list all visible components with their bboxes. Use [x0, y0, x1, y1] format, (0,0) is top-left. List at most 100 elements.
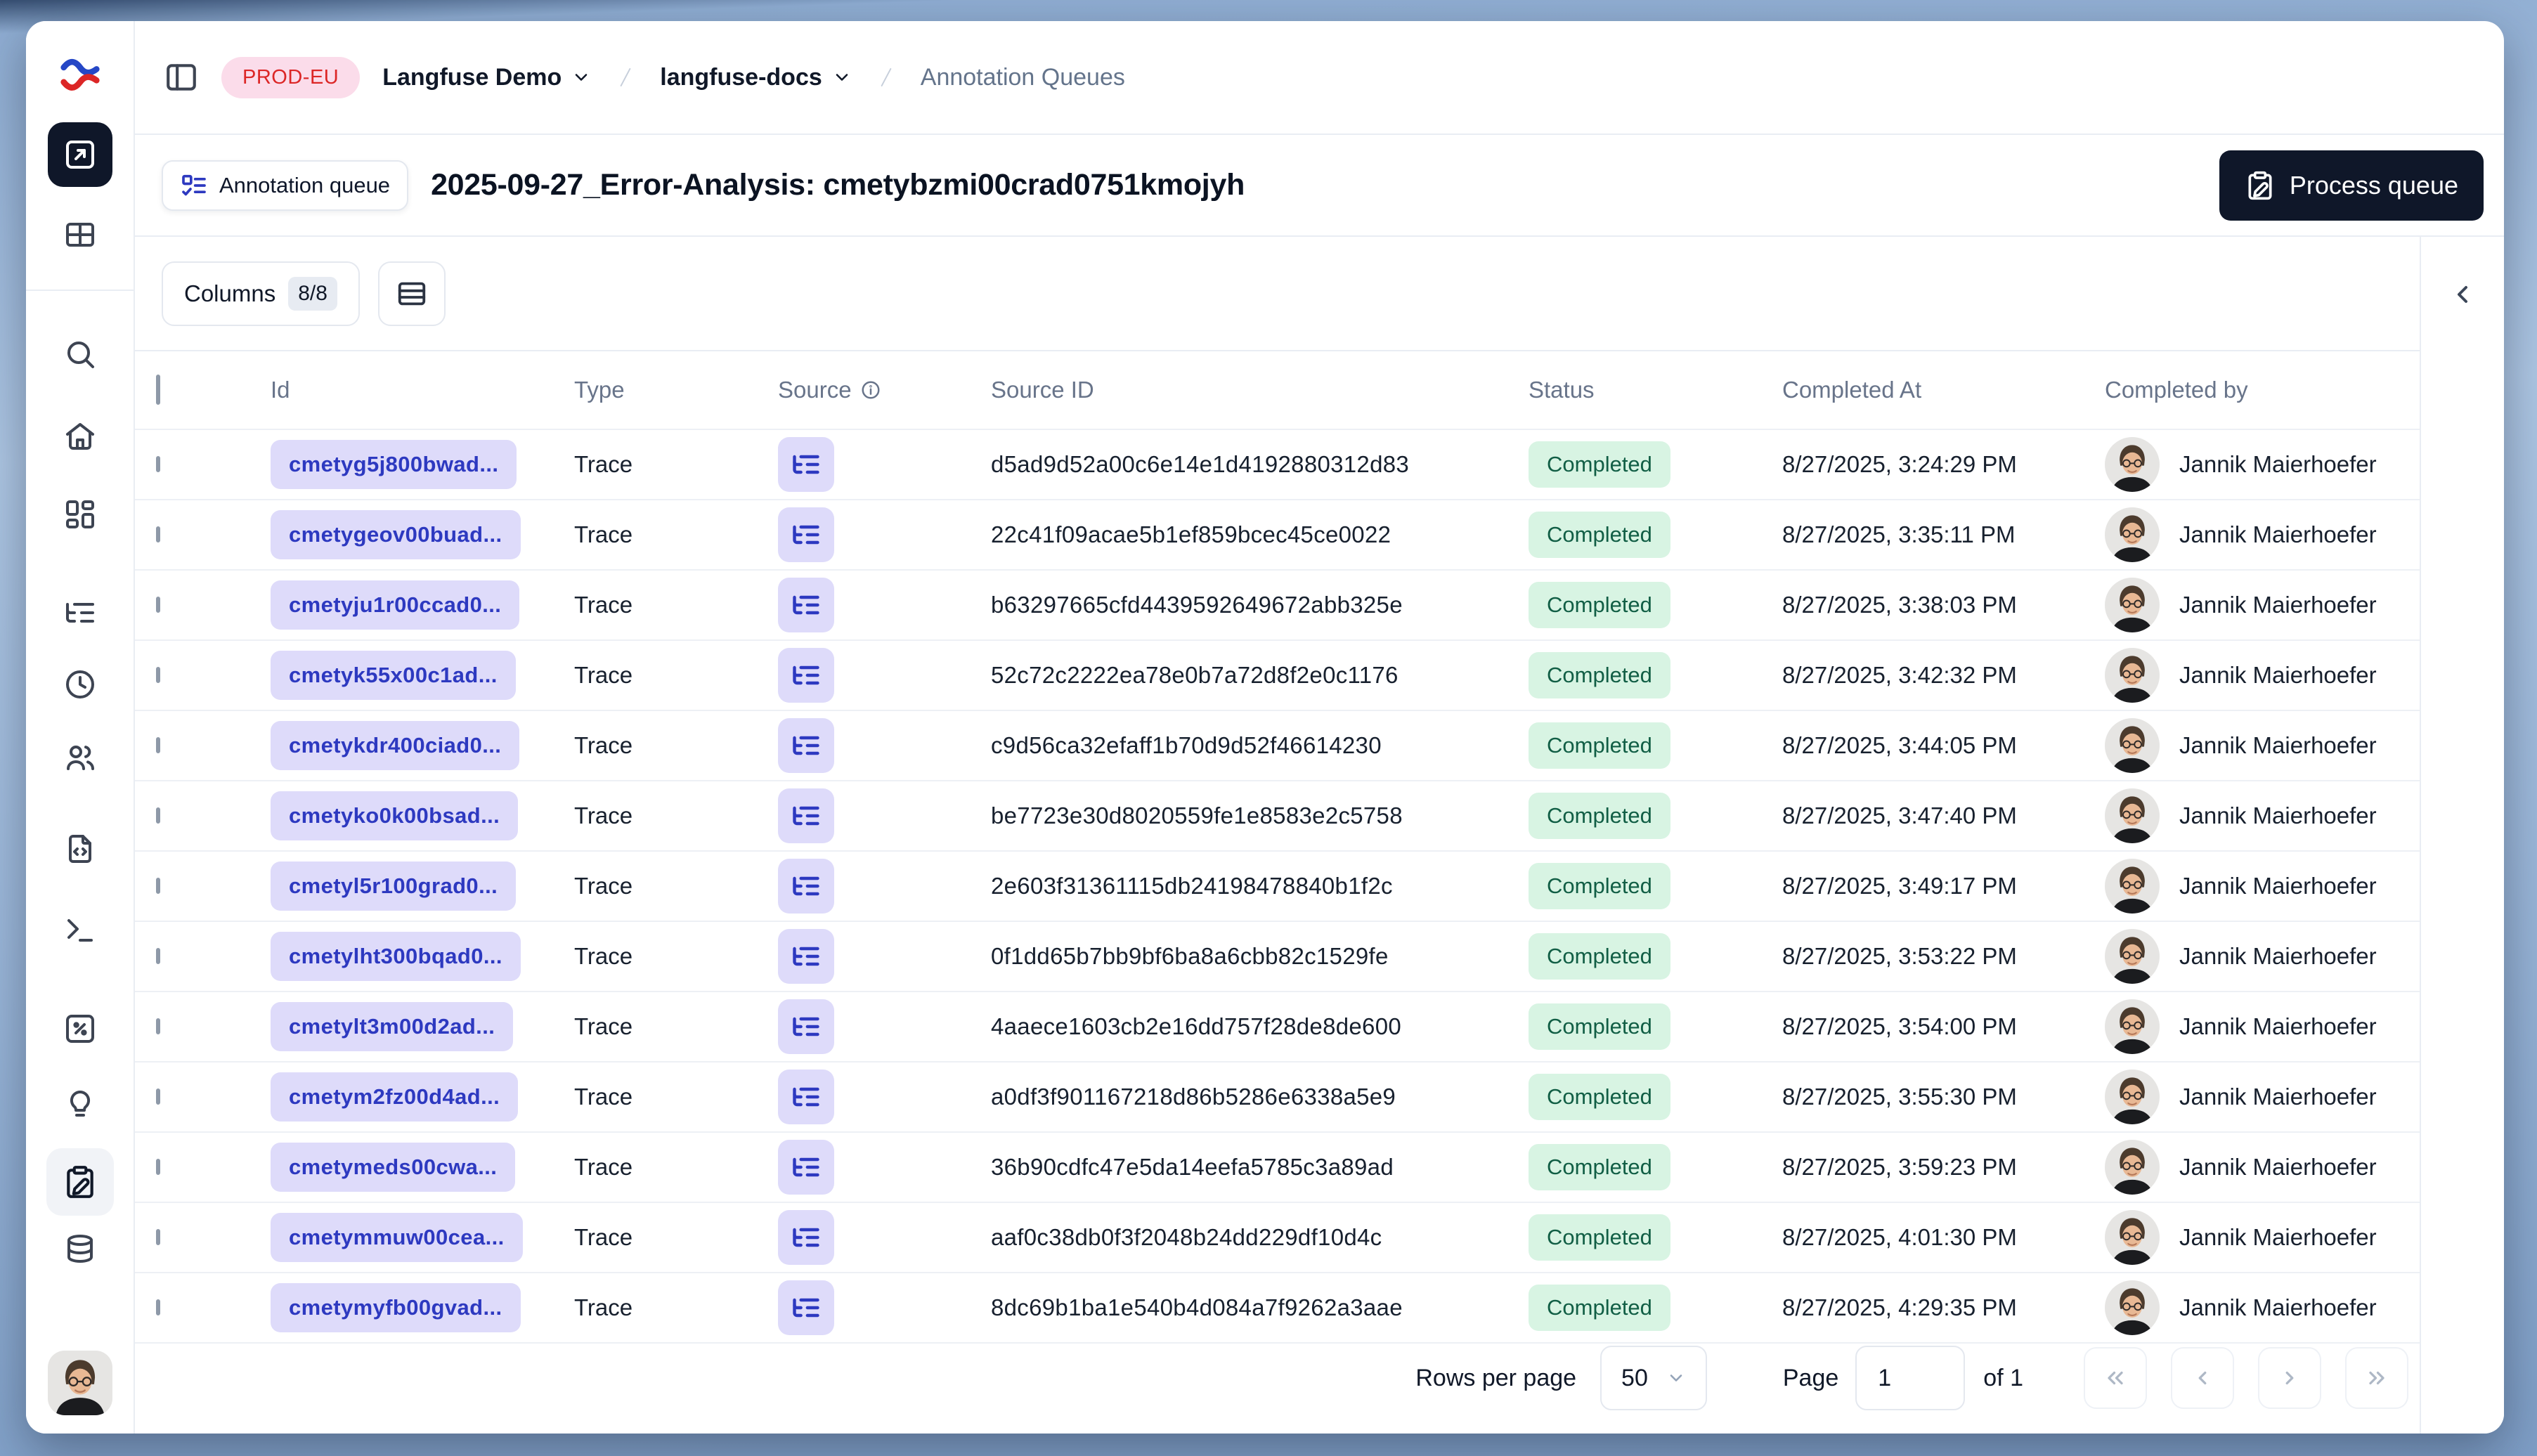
row-completed-at: 8/27/2025, 3:54:00 PM: [1782, 1013, 2017, 1039]
org-switcher[interactable]: Langfuse Demo: [382, 64, 591, 91]
rows-per-page-select[interactable]: 50: [1600, 1346, 1707, 1410]
row-id-link[interactable]: cmetyl5r100grad0...: [271, 862, 517, 911]
avatar-photo: [47, 1351, 112, 1415]
row-source-link[interactable]: [778, 437, 834, 492]
annotation-queue-chip: Annotation queue: [162, 160, 409, 211]
row-type: Trace: [574, 1084, 633, 1110]
row-source-link[interactable]: [778, 999, 834, 1054]
row-checkbox[interactable]: [156, 1088, 160, 1105]
page-number-input[interactable]: [1855, 1346, 1966, 1410]
row-checkbox[interactable]: [156, 456, 160, 472]
row-source-link[interactable]: [778, 929, 834, 984]
chevrons-left-icon: [2108, 1371, 2123, 1385]
last-page-button[interactable]: [2345, 1347, 2408, 1409]
row-source-link[interactable]: [778, 507, 834, 562]
row-checkbox[interactable]: [156, 1018, 160, 1034]
row-checkbox[interactable]: [156, 1299, 160, 1315]
row-id-link[interactable]: cmetymmuw00cea...: [271, 1213, 523, 1262]
row-id-link[interactable]: cmetym2fz00d4ad...: [271, 1072, 519, 1122]
row-completed-by-name: Jannik Maierhoefer: [2179, 521, 2377, 547]
row-checkbox[interactable]: [156, 737, 160, 753]
avatar: [2105, 1210, 2160, 1265]
langfuse-logo-icon[interactable]: [58, 56, 103, 94]
sidebar-item-annotation-queues[interactable]: [46, 1148, 114, 1216]
sidebar-item-datasets[interactable]: [63, 1233, 97, 1266]
row-checkbox[interactable]: [156, 597, 160, 613]
sidebar-item-home[interactable]: [63, 419, 97, 453]
column-header-source-id: Source ID: [991, 377, 1094, 403]
row-checkbox[interactable]: [156, 526, 160, 542]
row-checkbox[interactable]: [156, 667, 160, 683]
rows-per-page-value: 50: [1621, 1364, 1648, 1391]
next-page-button[interactable]: [2258, 1347, 2321, 1409]
row-id-link[interactable]: cmetygeov00buad...: [271, 510, 521, 559]
row-status-badge: Completed: [1529, 933, 1670, 980]
environment-badge[interactable]: PROD-EU: [221, 56, 361, 98]
row-status-badge: Completed: [1529, 1074, 1670, 1120]
chevron-down-icon: [1670, 1374, 1682, 1382]
columns-button[interactable]: Columns 8/8: [162, 261, 360, 326]
first-page-button[interactable]: [2084, 1347, 2147, 1409]
row-checkbox[interactable]: [156, 1159, 160, 1175]
row-id-link[interactable]: cmetyju1r00ccad0...: [271, 580, 520, 630]
right-panel-rail: [2420, 237, 2504, 1434]
open-external-button[interactable]: [47, 122, 112, 187]
row-checkbox[interactable]: [156, 878, 160, 894]
collapse-panel-button[interactable]: [2448, 280, 2477, 311]
row-id-link[interactable]: cmetylht300bqad0...: [271, 932, 521, 981]
list-tree-icon: [793, 876, 819, 896]
sidebar-item-prompts[interactable]: [63, 832, 97, 866]
row-id-link[interactable]: cmetymeds00cwa...: [271, 1143, 516, 1192]
row-id-link[interactable]: cmetykdr400ciad0...: [271, 721, 520, 770]
row-source-link[interactable]: [778, 788, 834, 843]
row-completed-at: 8/27/2025, 3:55:30 PM: [1782, 1084, 2017, 1110]
sidebar-toggle-button[interactable]: [164, 60, 199, 95]
row-source-link[interactable]: [778, 648, 834, 703]
sidebar-item-playground[interactable]: [63, 914, 97, 947]
row-height-button[interactable]: [377, 261, 446, 326]
chevron-down-icon: [575, 74, 588, 81]
project-name: langfuse-docs: [660, 63, 822, 91]
row-id-link[interactable]: cmetyg5j800bwad...: [271, 440, 517, 489]
row-checkbox[interactable]: [156, 948, 160, 964]
home-icon: [65, 423, 94, 450]
sidebar-item-dashboard[interactable]: [63, 498, 97, 531]
row-source-link[interactable]: [778, 1140, 834, 1195]
row-id-link[interactable]: cmetymyfb00gvad...: [271, 1283, 521, 1332]
previous-page-button[interactable]: [2171, 1347, 2234, 1409]
row-checkbox[interactable]: [156, 807, 160, 824]
sidebar-item-insights[interactable]: [63, 1088, 97, 1122]
row-completed-at: 8/27/2025, 4:29:35 PM: [1782, 1294, 2017, 1320]
row-completed-at: 8/27/2025, 4:01:30 PM: [1782, 1224, 2017, 1250]
row-source-link[interactable]: [778, 1210, 834, 1265]
row-id-link[interactable]: cmetyk55x00c1ad...: [271, 651, 516, 700]
sidebar-item-grid-view[interactable]: [63, 218, 97, 252]
pagination-buttons: [2084, 1347, 2408, 1409]
row-id-link[interactable]: cmetylt3m00d2ad...: [271, 1002, 514, 1051]
process-queue-button[interactable]: Process queue: [2219, 150, 2484, 221]
sidebar-item-users[interactable]: [63, 741, 97, 774]
row-checkbox[interactable]: [156, 1229, 160, 1245]
user-avatar[interactable]: [47, 1351, 112, 1415]
row-source-link[interactable]: [778, 718, 834, 773]
row-id-link[interactable]: cmetyko0k00bsad...: [271, 791, 519, 840]
sidebar-item-sessions[interactable]: [63, 668, 97, 701]
row-source-id: 0f1dd65b7bb9bf6ba8a6cbb82c1529fe: [991, 943, 1389, 969]
row-source-link[interactable]: [778, 1280, 834, 1335]
row-source-link[interactable]: [778, 1070, 834, 1124]
table-row: cmetygeov00buad... Trace 22c41f09acae5b1…: [135, 500, 2420, 571]
row-source-link[interactable]: [778, 859, 834, 914]
sidebar-item-search[interactable]: [63, 337, 97, 371]
select-all-checkbox[interactable]: [156, 375, 160, 405]
project-switcher[interactable]: langfuse-docs: [660, 64, 851, 91]
app-window: PROD-EU Langfuse Demo langfuse-docs Anno…: [26, 21, 2504, 1434]
list-tree-icon: [793, 1157, 819, 1177]
list-tree-icon: [793, 525, 819, 545]
avatar-photo: [2105, 1210, 2160, 1265]
row-source-link[interactable]: [778, 578, 834, 632]
row-source-id: 2e603f31361115db24198478840b1f2c: [991, 873, 1393, 899]
sidebar-item-evaluation[interactable]: [63, 1012, 97, 1046]
row-completed-by: Jannik Maierhoefer: [2105, 507, 2420, 562]
file-code-icon: [68, 835, 91, 863]
sidebar-item-tracing[interactable]: [63, 596, 97, 630]
